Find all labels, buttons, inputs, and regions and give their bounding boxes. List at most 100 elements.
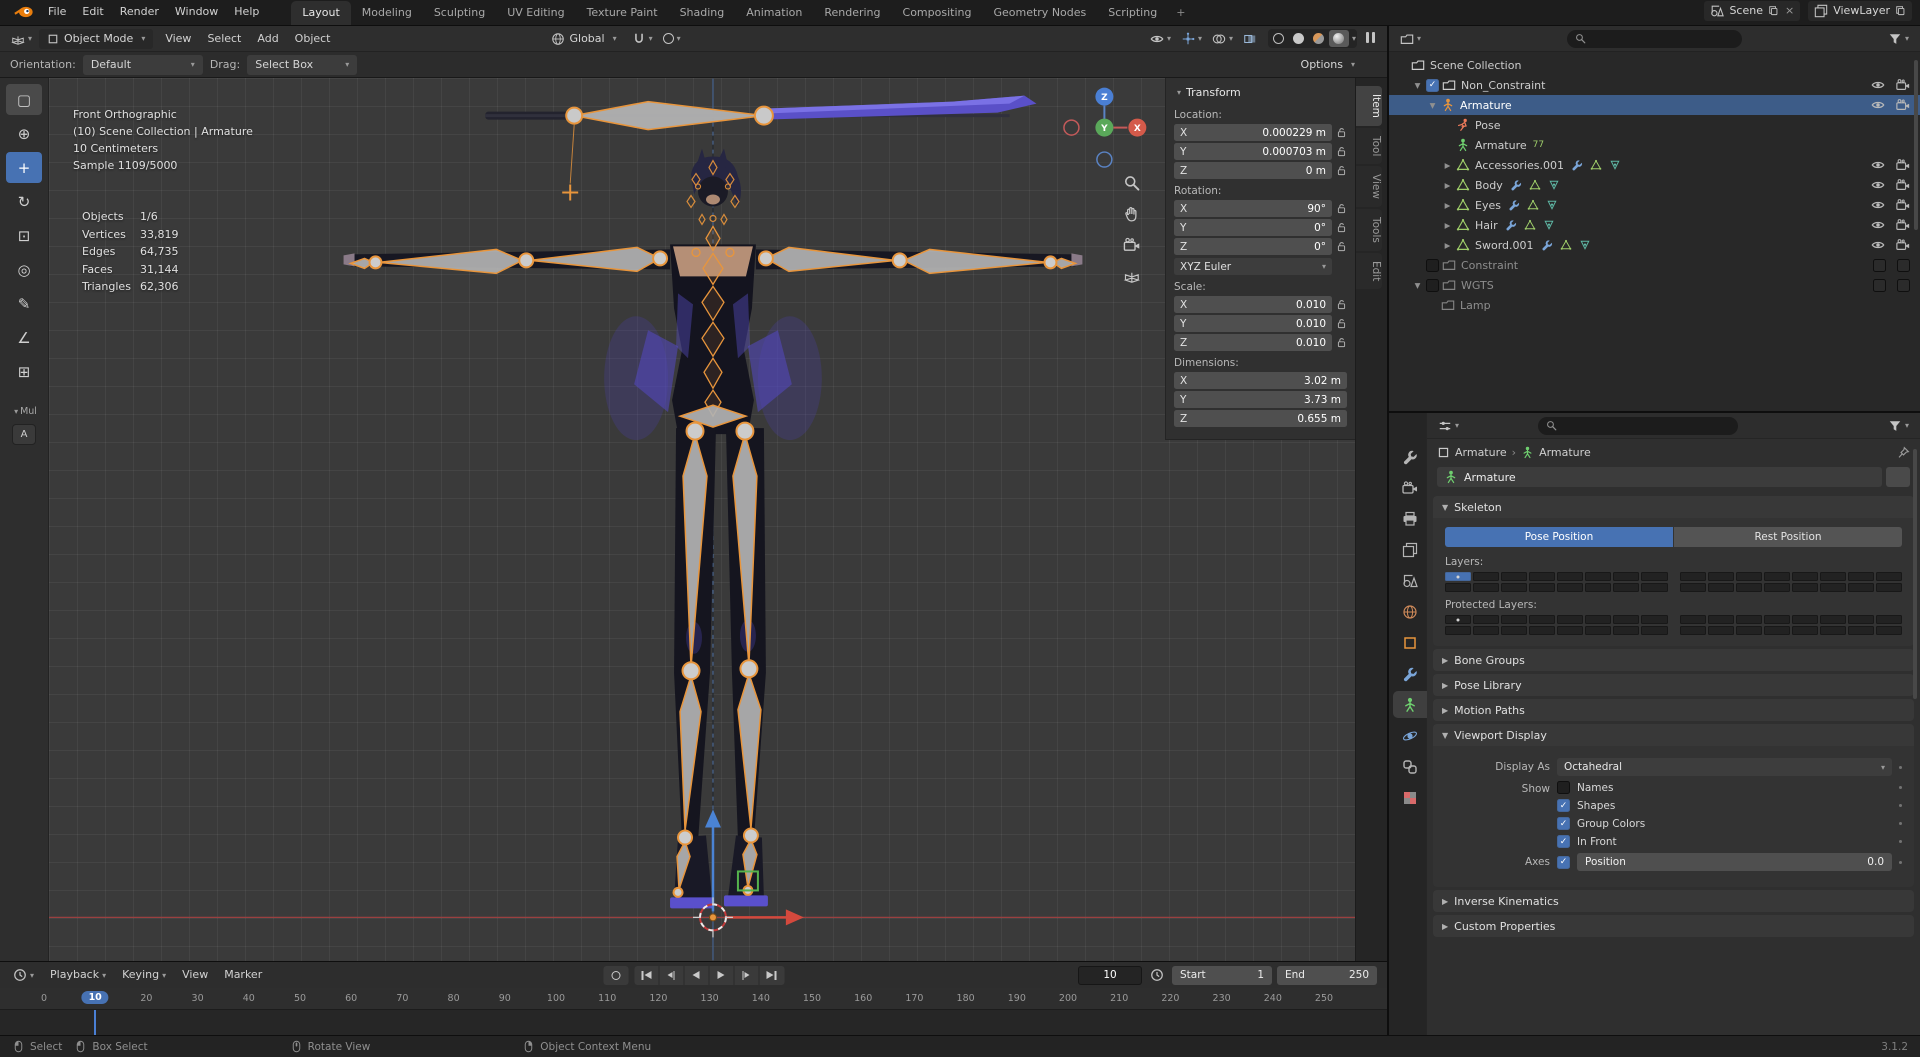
tool-add-cube[interactable]: ⊞ bbox=[6, 356, 42, 387]
collection-exclude-checkbox[interactable] bbox=[1426, 258, 1439, 272]
region-overlap-icon[interactable] bbox=[1361, 30, 1379, 48]
workspace-tab-shading[interactable]: Shading bbox=[669, 1, 736, 25]
layer-toggle[interactable] bbox=[1585, 572, 1612, 581]
xray-toggle-button[interactable] bbox=[1240, 30, 1260, 48]
viewport-menu-view[interactable]: View bbox=[157, 28, 199, 50]
show-object-types-button[interactable]: ▾ bbox=[1147, 30, 1174, 48]
panel-inverse-kinematics[interactable]: ▶ Inverse Kinematics bbox=[1433, 890, 1914, 912]
outliner-row-armature[interactable]: ▼ Armature bbox=[1389, 95, 1920, 115]
meshdata-icon[interactable] bbox=[1560, 239, 1572, 251]
tool-annotate[interactable]: ✎ bbox=[6, 288, 42, 319]
layer-toggle[interactable] bbox=[1679, 626, 1706, 635]
properties-scrollbar[interactable] bbox=[1913, 449, 1917, 699]
menu-render[interactable]: Render bbox=[112, 1, 167, 23]
meshdata-icon[interactable] bbox=[1529, 179, 1541, 191]
workspace-tab-scripting[interactable]: Scripting bbox=[1097, 1, 1168, 25]
outliner-row-pose[interactable]: Pose bbox=[1389, 115, 1920, 135]
field-dimensions-x[interactable]: X 3.02 m bbox=[1174, 372, 1347, 389]
hide-in-viewport-icon[interactable] bbox=[1871, 98, 1885, 112]
disable-in-renders-icon[interactable] bbox=[1896, 78, 1910, 92]
outliner-row-sword-001[interactable]: ▶ Sword.001 bbox=[1389, 235, 1920, 255]
hide-in-viewport-icon[interactable] bbox=[1871, 218, 1885, 232]
properties-editor-type-button[interactable]: ▾ bbox=[1435, 417, 1462, 435]
hide-in-viewport-icon[interactable] bbox=[1871, 178, 1885, 192]
layer-toggle[interactable] bbox=[1679, 615, 1706, 624]
disable-in-renders-icon[interactable] bbox=[1896, 98, 1910, 112]
sidebar-tab-edit[interactable]: Edit bbox=[1356, 253, 1382, 290]
properties-tab-view-layer[interactable] bbox=[1393, 536, 1427, 563]
meshdata-icon[interactable] bbox=[1524, 219, 1536, 231]
collection-exclude-checkbox[interactable] bbox=[1426, 278, 1439, 292]
timeline-menu-keying[interactable]: Keying ▾ bbox=[114, 964, 174, 987]
workspace-tab-uv-editing[interactable]: UV Editing bbox=[496, 1, 575, 25]
layer-toggle[interactable] bbox=[1641, 626, 1668, 635]
tool-rotate[interactable]: ↻ bbox=[6, 186, 42, 217]
field-scale-z[interactable]: Z 0.010 bbox=[1174, 334, 1332, 351]
layer-toggle[interactable] bbox=[1763, 583, 1790, 592]
layer-toggle[interactable] bbox=[1875, 615, 1902, 624]
gizmo-neg-z-ball[interactable] bbox=[1096, 151, 1113, 168]
vgroup-icon[interactable] bbox=[1609, 159, 1621, 171]
transform-panel-header[interactable]: ▾ Transform bbox=[1174, 81, 1347, 103]
camera-view-icon[interactable] bbox=[1123, 237, 1140, 251]
layer-toggle[interactable] bbox=[1585, 615, 1612, 624]
hide-in-viewport-icon[interactable] bbox=[1871, 78, 1885, 92]
layer-toggle[interactable] bbox=[1585, 583, 1612, 592]
new-viewlayer-icon[interactable] bbox=[1895, 5, 1906, 16]
new-scene-icon[interactable] bbox=[1768, 5, 1779, 16]
properties-tab-tool[interactable] bbox=[1393, 443, 1427, 470]
lock-icon[interactable] bbox=[1336, 241, 1347, 252]
field-rotation-y[interactable]: Y 0° bbox=[1174, 219, 1332, 236]
properties-tab-constraint[interactable] bbox=[1393, 753, 1427, 780]
wrench-icon[interactable] bbox=[1571, 159, 1583, 171]
disclosure-arrow-icon[interactable]: ▶ bbox=[1442, 201, 1453, 210]
layer-toggle[interactable] bbox=[1791, 583, 1818, 592]
layer-toggle[interactable] bbox=[1641, 572, 1668, 581]
outliner-row-accessories-001[interactable]: ▶ Accessories.001 bbox=[1389, 155, 1920, 175]
lock-icon[interactable] bbox=[1336, 203, 1347, 214]
layer-toggle[interactable] bbox=[1875, 583, 1902, 592]
timeline-editor-type-button[interactable]: ▾ bbox=[10, 966, 37, 984]
shading-rendered-button[interactable] bbox=[1328, 30, 1349, 47]
zoom-icon[interactable] bbox=[1124, 176, 1140, 191]
restrict-toggle[interactable] bbox=[1873, 278, 1886, 292]
disable-in-renders-icon[interactable] bbox=[1896, 238, 1910, 252]
play-button[interactable] bbox=[709, 965, 734, 985]
outliner-search-input[interactable] bbox=[1567, 29, 1742, 48]
playhead-line[interactable] bbox=[94, 1010, 97, 1035]
layer-toggle[interactable] bbox=[1735, 583, 1762, 592]
hide-in-viewport-icon[interactable] bbox=[1871, 198, 1885, 212]
move-gizmo-x-handle[interactable] bbox=[785, 909, 804, 926]
sidebar-tab-item[interactable]: Item bbox=[1356, 86, 1382, 126]
layer-toggle[interactable] bbox=[1557, 583, 1584, 592]
layer-toggle[interactable] bbox=[1557, 626, 1584, 635]
tool-move[interactable]: + bbox=[6, 152, 42, 183]
disclosure-arrow-icon[interactable]: ▶ bbox=[1442, 181, 1453, 190]
lock-icon[interactable] bbox=[1336, 299, 1347, 310]
blender-menu-button[interactable] bbox=[8, 0, 40, 25]
skeleton-panel-header[interactable]: ▼ Skeleton bbox=[1433, 496, 1914, 518]
disclosure-arrow-icon[interactable]: ▼ bbox=[1427, 101, 1438, 110]
field-rotation-x[interactable]: X 90° bbox=[1174, 200, 1332, 217]
disclosure-arrow-icon[interactable]: ▶ bbox=[1442, 221, 1453, 230]
layer-toggle[interactable] bbox=[1819, 615, 1846, 624]
rest-position-button[interactable]: Rest Position bbox=[1674, 527, 1902, 547]
layer-toggle[interactable] bbox=[1557, 572, 1584, 581]
layer-toggle[interactable] bbox=[1875, 626, 1902, 635]
layer-toggle[interactable] bbox=[1847, 583, 1874, 592]
layer-toggle[interactable] bbox=[1473, 583, 1500, 592]
jump-start-button[interactable] bbox=[634, 965, 659, 985]
properties-tab-modifier[interactable] bbox=[1393, 660, 1427, 687]
layer-toggle[interactable] bbox=[1847, 615, 1874, 624]
layer-toggle[interactable] bbox=[1679, 583, 1706, 592]
play-reverse-button[interactable] bbox=[684, 965, 709, 985]
outliner-row-hair[interactable]: ▶ Hair bbox=[1389, 215, 1920, 235]
viewport-canvas-area[interactable]: Z X Y Front Orthographic (10) Scene Colle… bbox=[49, 78, 1355, 961]
layer-toggle[interactable] bbox=[1501, 615, 1528, 624]
frame-end-field[interactable]: End 250 bbox=[1277, 965, 1377, 985]
properties-tab-world[interactable] bbox=[1393, 598, 1427, 625]
disable-in-renders-icon[interactable] bbox=[1896, 158, 1910, 172]
panel-pose-library[interactable]: ▶ Pose Library bbox=[1433, 674, 1914, 696]
layer-toggle[interactable] bbox=[1679, 572, 1706, 581]
pose-position-button[interactable]: Pose Position bbox=[1445, 527, 1673, 547]
